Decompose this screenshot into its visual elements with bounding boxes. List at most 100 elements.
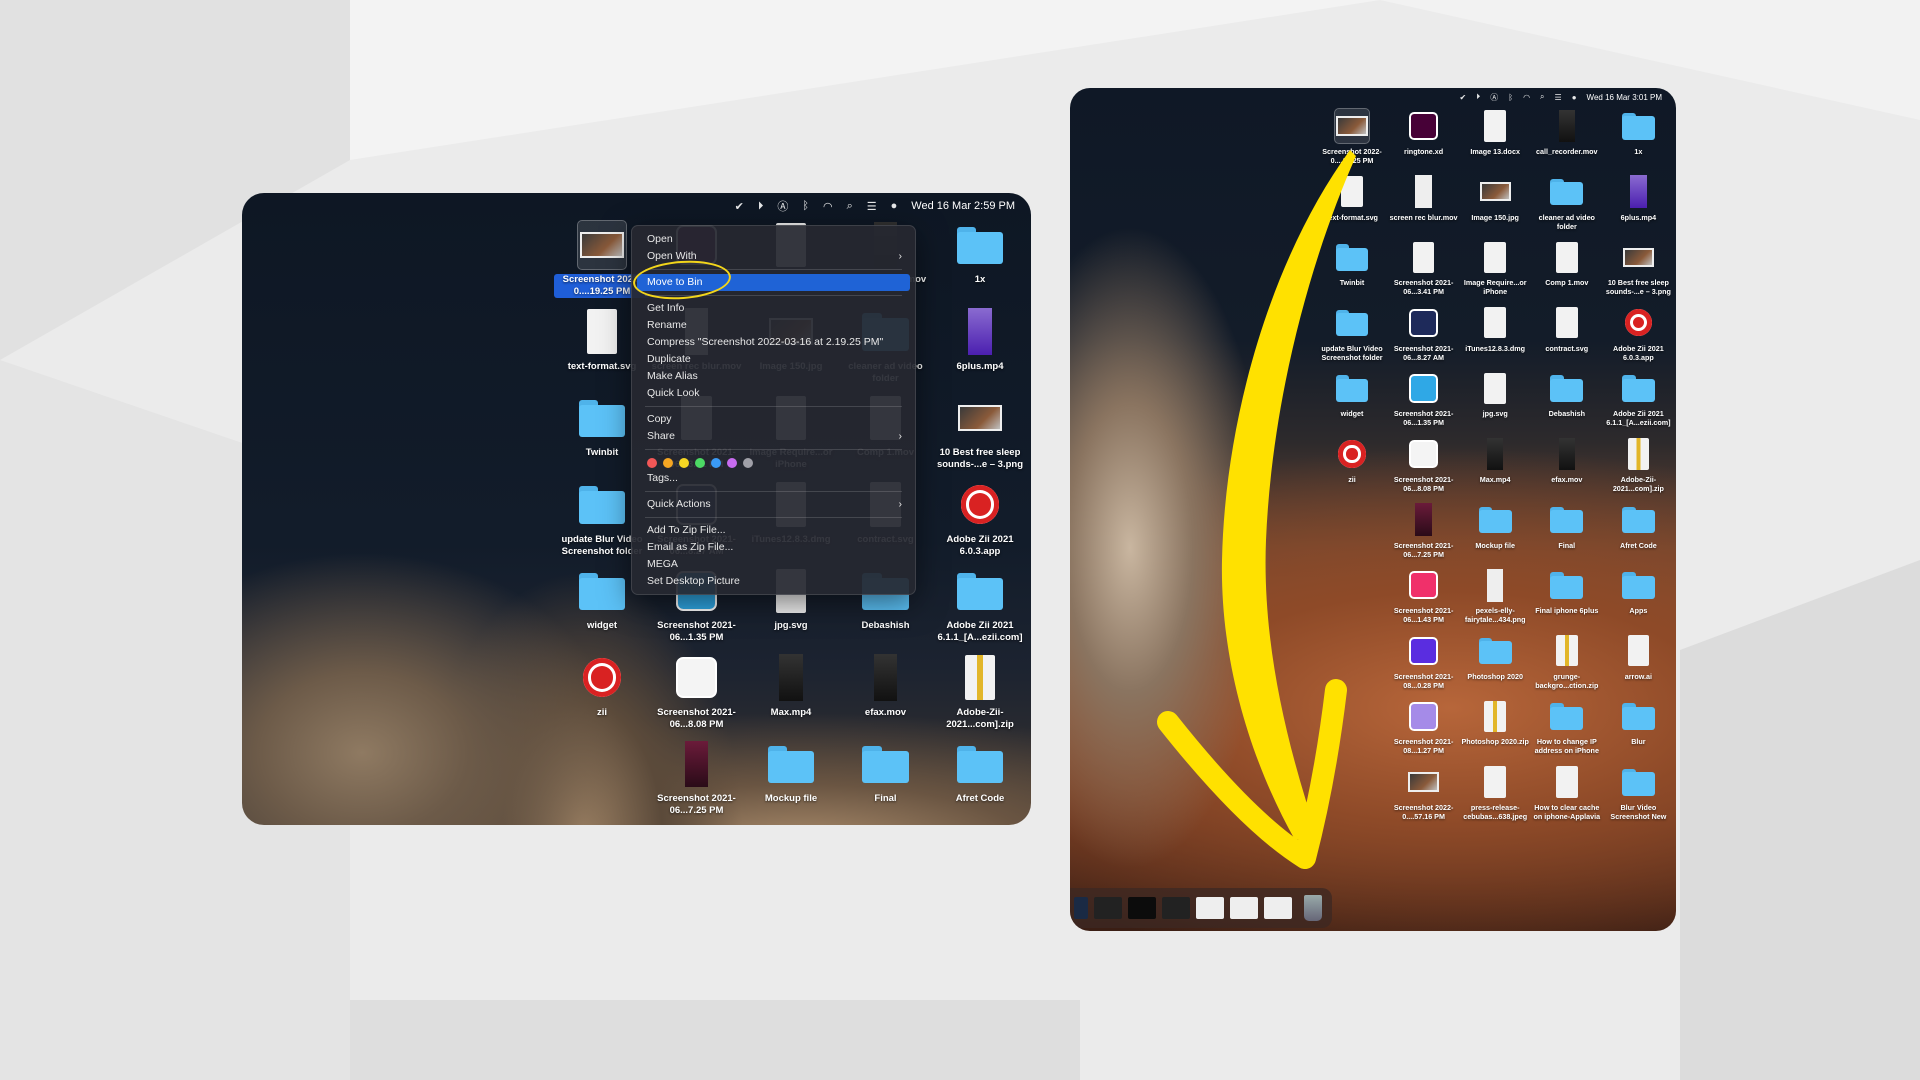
menu-item[interactable]: Set Desktop Picture bbox=[637, 573, 910, 590]
desktop-item[interactable]: Image Require...or iPhone bbox=[1459, 240, 1531, 296]
input-a-icon[interactable]: Ⓐ bbox=[777, 198, 788, 214]
desktop-item[interactable]: ringtone.xd bbox=[1388, 109, 1460, 156]
desktop-item[interactable]: How to clear cache on iphone-Applavia bbox=[1531, 765, 1603, 821]
dock-skype-window[interactable] bbox=[1128, 897, 1156, 919]
dock-xd-window[interactable] bbox=[1264, 897, 1292, 919]
control-center-icon[interactable]: ☰ bbox=[1555, 93, 1562, 102]
dock-chrome-window[interactable] bbox=[1230, 897, 1258, 919]
tag-color-dot[interactable] bbox=[711, 458, 721, 468]
desktop-item[interactable]: Adobe Zii 2021 6.1.1_[A...ezii.com] bbox=[1602, 371, 1674, 427]
wifi-icon[interactable]: ◠ bbox=[823, 200, 833, 213]
desktop-item[interactable]: Image 150.jpg bbox=[1459, 175, 1531, 222]
menu-item[interactable]: Duplicate bbox=[637, 351, 910, 368]
search-icon[interactable]: ⌕ bbox=[847, 200, 853, 213]
menu-item[interactable]: Tags... bbox=[637, 470, 910, 487]
desktop-item[interactable]: screen rec blur.mov bbox=[1388, 175, 1460, 222]
search-icon[interactable]: ⌕ bbox=[1540, 92, 1544, 102]
menu-bar-clock[interactable]: Wed 16 Mar 3:01 PM bbox=[1587, 93, 1662, 102]
desktop-item[interactable]: 6plus.mp4 bbox=[1602, 175, 1674, 222]
menu-item[interactable]: Compress "Screenshot 2022-03-16 at 2.19.… bbox=[637, 334, 910, 351]
desktop-item[interactable]: 1x bbox=[932, 221, 1028, 286]
menu-item[interactable]: Get Info bbox=[637, 300, 910, 317]
menu-item[interactable]: Quick Look bbox=[637, 385, 910, 402]
desktop-item[interactable]: efax.mov bbox=[838, 654, 934, 719]
tag-color-dot[interactable] bbox=[695, 458, 705, 468]
desktop-item[interactable]: Screenshot 2021-08...0.28 PM bbox=[1388, 634, 1460, 690]
desktop-item[interactable]: jpg.svg bbox=[1459, 371, 1531, 418]
desktop-item[interactable]: Screenshot 2021-06...1.35 PM bbox=[1388, 371, 1460, 427]
desktop-item[interactable]: call_recorder.mov bbox=[1531, 109, 1603, 156]
menu-item[interactable]: Rename bbox=[637, 317, 910, 334]
dock-finder-window[interactable] bbox=[1094, 897, 1122, 919]
tag-color-dot[interactable] bbox=[679, 458, 689, 468]
desktop-item[interactable]: cleaner ad video folder bbox=[1531, 175, 1603, 231]
desktop-item[interactable]: Adobe Zii 2021 6.0.3.app bbox=[932, 481, 1028, 558]
desktop-item[interactable]: widget bbox=[1316, 371, 1388, 418]
tag-color-dot[interactable] bbox=[727, 458, 737, 468]
desktop-item[interactable]: Screenshot 2021-06...8.27 AM bbox=[1388, 306, 1460, 362]
desktop-item[interactable]: update Blur Video Screenshot folder bbox=[1316, 306, 1388, 362]
bluetooth-icon[interactable]: ᛒ bbox=[802, 200, 809, 212]
desktop-item[interactable]: Adobe-Zii-2021...com].zip bbox=[1602, 437, 1674, 493]
menu-item[interactable]: Copy bbox=[637, 411, 910, 428]
desktop-item[interactable]: grunge-backgro...ction.zip bbox=[1531, 634, 1603, 690]
desktop-item[interactable]: Afret Code bbox=[932, 740, 1028, 805]
play-icon[interactable]: ⏵ bbox=[1476, 92, 1480, 102]
desktop-item[interactable]: Mockup file bbox=[1459, 503, 1531, 550]
desktop-item[interactable]: Photoshop 2020.zip bbox=[1459, 699, 1531, 746]
desktop-item[interactable]: 10 Best free sleep sounds-...e – 3.png bbox=[932, 394, 1028, 471]
desktop-item[interactable]: Twinbit bbox=[1316, 240, 1388, 287]
desktop-item[interactable]: Screenshot 2021-06...1.43 PM bbox=[1388, 568, 1460, 624]
desktop-item[interactable]: Screenshot 2021-06...8.08 PM bbox=[1388, 437, 1460, 493]
desktop-item[interactable]: Screenshot 2021-06...3.41 PM bbox=[1388, 240, 1460, 296]
desktop-item[interactable]: Apps bbox=[1602, 568, 1674, 615]
play-icon[interactable]: ⏵ bbox=[758, 200, 764, 213]
menu-bar-clock[interactable]: Wed 16 Mar 2:59 PM bbox=[911, 200, 1015, 212]
desktop-item[interactable]: pexels-elly-fairytale...434.png bbox=[1459, 568, 1531, 624]
desktop-item[interactable]: How to change IP address on iPhone bbox=[1531, 699, 1603, 755]
control-center-icon[interactable]: ☰ bbox=[867, 200, 877, 213]
desktop-item[interactable]: press-release-cebubas...638.jpeg bbox=[1459, 765, 1531, 821]
desktop-item[interactable]: Max.mp4 bbox=[1459, 437, 1531, 484]
desktop-item[interactable]: Screenshot 2022-0....57.16 PM bbox=[1388, 765, 1460, 821]
desktop-item[interactable]: Image 13.docx bbox=[1459, 109, 1531, 156]
bluetooth-icon[interactable]: ᛒ bbox=[1508, 93, 1513, 102]
desktop-item[interactable]: Comp 1.mov bbox=[1531, 240, 1603, 287]
desktop-item[interactable]: Adobe Zii 2021 6.0.3.app bbox=[1602, 306, 1674, 362]
desktop-item[interactable]: Screenshot 2021-06...7.25 PM bbox=[1388, 503, 1460, 559]
tag-color-dot[interactable] bbox=[663, 458, 673, 468]
tag-color-dot[interactable] bbox=[647, 458, 657, 468]
desktop-item[interactable]: Screenshot 2021-06...7.25 PM bbox=[649, 740, 745, 817]
menu-item[interactable]: Add To Zip File... bbox=[637, 522, 910, 539]
desktop-item[interactable]: contract.svg bbox=[1531, 306, 1603, 353]
desktop-item[interactable]: Screenshot 2021-06...8.08 PM bbox=[649, 654, 745, 731]
menu-item[interactable]: MEGA bbox=[637, 556, 910, 573]
desktop-item[interactable]: Screenshot 2022-0....19.25 PM bbox=[1316, 108, 1388, 165]
desktop-item[interactable]: text-format.svg bbox=[1316, 175, 1388, 222]
dock-photoshop-window[interactable] bbox=[1074, 897, 1088, 919]
dock-notes-window[interactable] bbox=[1196, 897, 1224, 919]
tag-color-dot[interactable] bbox=[743, 458, 753, 468]
checkmark-icon[interactable]: ✔ bbox=[1460, 93, 1467, 102]
menu-item[interactable]: Share › bbox=[637, 428, 910, 445]
dock-finder-window[interactable] bbox=[1162, 897, 1190, 919]
desktop-item[interactable]: Mockup file bbox=[743, 740, 839, 805]
desktop-item[interactable]: 10 Best free sleep sounds-...e – 3.png bbox=[1602, 240, 1674, 296]
desktop-item[interactable]: efax.mov bbox=[1531, 437, 1603, 484]
desktop-item[interactable]: Final iphone 6plus bbox=[1531, 568, 1603, 615]
desktop-item[interactable]: iTunes12.8.3.dmg bbox=[1459, 306, 1531, 353]
desktop-item[interactable]: Adobe Zii 2021 6.1.1_[A...ezii.com] bbox=[932, 567, 1028, 644]
desktop-item[interactable]: Blur bbox=[1602, 699, 1674, 746]
wifi-icon[interactable]: ◠ bbox=[1523, 93, 1530, 102]
desktop-item[interactable]: Adobe-Zii-2021...com].zip bbox=[932, 654, 1028, 731]
desktop-item[interactable]: Photoshop 2020 bbox=[1459, 634, 1531, 681]
siri-icon[interactable]: ● bbox=[891, 200, 898, 212]
siri-icon[interactable]: ● bbox=[1572, 93, 1577, 102]
desktop-item[interactable]: zii bbox=[1316, 437, 1388, 484]
menu-item[interactable]: Open bbox=[637, 231, 910, 248]
trash-icon[interactable] bbox=[1304, 895, 1322, 921]
input-a-icon[interactable]: Ⓐ bbox=[1490, 92, 1498, 103]
desktop-item[interactable]: Final bbox=[1531, 503, 1603, 550]
desktop-item[interactable]: Screenshot 2021-08...1.27 PM bbox=[1388, 699, 1460, 755]
desktop-item[interactable]: Final bbox=[838, 740, 934, 805]
